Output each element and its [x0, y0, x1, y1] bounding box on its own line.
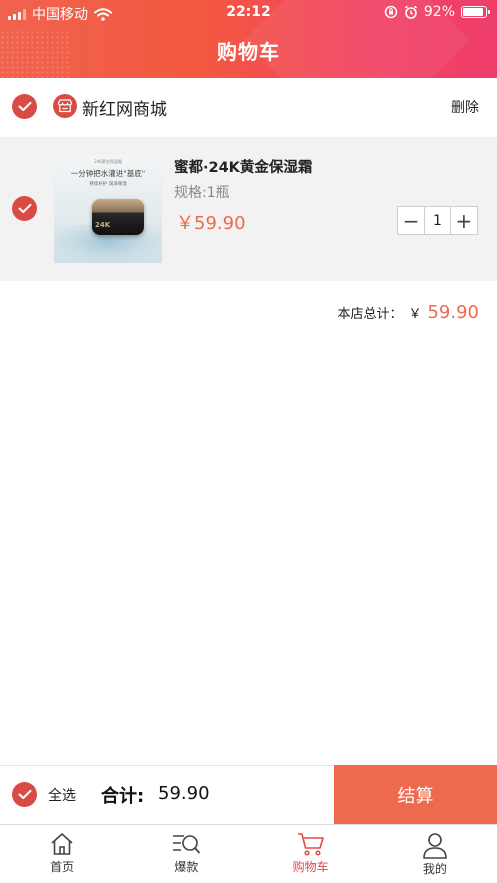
checkout-button[interactable]: 结算: [334, 765, 497, 824]
check-icon: [18, 789, 31, 799]
cart-page: 中国移动 22:12 92% 购物车 新红网商城 删除 24K黄金保湿霜 一分钟…: [0, 0, 497, 883]
product-image[interactable]: 24K黄金保湿霜 一分钟把水灌进"基底" 持续补护 润泽保湿 24K: [54, 155, 162, 263]
select-all-label[interactable]: 全选: [48, 785, 76, 805]
battery-fill: [463, 8, 484, 16]
search-list-icon: [173, 835, 201, 854]
cart-icon: [297, 833, 324, 856]
cream-jar: [92, 199, 144, 235]
tab-home-label: 首页: [50, 860, 75, 874]
item-checkbox[interactable]: [12, 196, 37, 221]
tab-cart-label: 购物车: [292, 860, 329, 874]
rotation-lock-icon: [384, 5, 398, 19]
delete-button[interactable]: 删除: [451, 97, 479, 117]
tab-home[interactable]: 首页: [0, 825, 124, 883]
home-icon: [51, 833, 73, 855]
alarm-icon: [404, 5, 417, 19]
decrease-button[interactable]: −: [398, 207, 424, 234]
product-image-headline: 一分钟把水灌进"基底": [70, 169, 146, 178]
status-bar: 中国移动 22:12 92%: [0, 0, 497, 26]
store-total: 本店总计： ￥ 59.90: [337, 302, 479, 323]
product-name[interactable]: 蜜都·24K黄金保湿霜: [174, 156, 312, 177]
header: 中国移动 22:12 92% 购物车: [0, 0, 497, 78]
total-label: 合计:: [101, 786, 145, 807]
tab-hot[interactable]: 爆款: [124, 825, 248, 883]
quantity-stepper: − 1 +: [397, 206, 478, 235]
tab-bar: 首页 爆款 购物车 我的: [0, 824, 497, 883]
product-price: ￥59.90: [176, 213, 246, 234]
tab-mine-label: 我的: [422, 862, 447, 876]
battery-icon: [461, 6, 490, 18]
check-icon: [18, 101, 31, 111]
product-spec: 规格:1瓶: [174, 185, 230, 201]
battery-percent: 92%: [423, 4, 455, 20]
jar-label: 24K: [95, 221, 111, 229]
status-right: 92%: [384, 4, 490, 20]
tab-cart[interactable]: 购物车: [249, 825, 373, 883]
product-image-subline: 持续补护 润泽保湿: [89, 182, 127, 187]
store-name[interactable]: 新红网商城: [82, 95, 167, 120]
total-value: 59.90: [158, 783, 210, 804]
product-image-top-text: 24K黄金保湿霜: [94, 159, 122, 164]
quantity-value[interactable]: 1: [424, 207, 451, 234]
user-icon: [423, 833, 447, 859]
select-all-checkbox[interactable]: [12, 782, 37, 807]
tab-hot-label: 爆款: [174, 860, 199, 874]
increase-button[interactable]: +: [451, 207, 477, 234]
store-checkbox[interactable]: [12, 94, 37, 119]
store-total-amount: 59.90: [427, 302, 479, 323]
store-icon: [53, 94, 77, 118]
tab-mine[interactable]: 我的: [373, 825, 497, 883]
store-total-currency: ￥: [408, 307, 422, 322]
store-total-label: 本店总计：: [337, 307, 403, 322]
page-title: 购物车: [217, 40, 280, 64]
check-icon: [18, 203, 31, 213]
